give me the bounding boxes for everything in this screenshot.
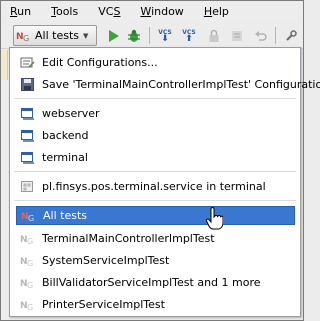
module-label: webserver xyxy=(42,107,100,120)
menu-divider xyxy=(14,171,296,172)
svg-text:G: G xyxy=(27,259,33,268)
junit-test-icon: N G xyxy=(20,279,33,290)
menu-tools[interactable]: Tools xyxy=(46,2,83,21)
svg-text:G: G xyxy=(27,281,33,290)
menu-divider xyxy=(14,98,296,99)
package-configuration-label: pl.finsys.pos.terminal.service in termin… xyxy=(42,180,266,193)
module-item-backend[interactable]: backend xyxy=(10,126,300,145)
module-icon xyxy=(21,108,34,120)
test-config-label: SystemServiceImplTest xyxy=(42,254,170,267)
test-config-item-all-tests[interactable]: N G All tests xyxy=(16,206,295,225)
toolbar-separator xyxy=(275,27,276,44)
save-configuration-item[interactable]: Save 'TerminalMainControllerImplTest' Co… xyxy=(10,75,320,94)
vcs-lock-button[interactable] xyxy=(204,26,224,46)
menu-bar: Run Tools VCS Window Help xyxy=(1,1,303,22)
test-config-item[interactable]: N G BillValidatorServiceImplTest and 1 m… xyxy=(10,273,300,292)
vcs-history-button[interactable] xyxy=(227,26,247,46)
settings-button[interactable] xyxy=(281,26,301,46)
package-config-icon xyxy=(21,181,33,192)
menu-vcs[interactable]: VCS xyxy=(93,2,125,21)
dropdown-arrow-icon: ▼ xyxy=(83,31,89,40)
module-label: terminal xyxy=(42,151,88,164)
svg-text:G: G xyxy=(28,214,34,223)
vcs-commit-button[interactable]: VCS ⬆ xyxy=(179,26,199,46)
module-label: backend xyxy=(42,129,89,142)
vcs-update-icon: VCS ⬇ xyxy=(158,29,172,44)
module-item-terminal[interactable]: terminal xyxy=(10,148,300,167)
junit-test-icon: N G xyxy=(20,235,33,246)
toolbar: N G All tests ▼ VCS ⬇ VCS ⬆ xyxy=(1,22,303,49)
vcs-update-button[interactable]: VCS ⬇ xyxy=(155,26,175,46)
lock-icon xyxy=(209,29,219,42)
save-configuration-label: Save 'TerminalMainControllerImplTest' Co… xyxy=(42,78,320,91)
edit-configurations-label: Edit Configurations... xyxy=(42,56,158,69)
run-configurations-dropdown: Edit Configurations... Save 'TerminalMai… xyxy=(9,47,320,317)
vcs-commit-icon: VCS ⬆ xyxy=(182,29,196,44)
test-config-item[interactable]: N G SystemServiceImplTest xyxy=(10,251,300,270)
test-config-item[interactable]: N G PrinterServiceImplTest xyxy=(10,295,300,314)
revert-icon xyxy=(255,31,267,41)
package-configuration-item[interactable]: pl.finsys.pos.terminal.service in termin… xyxy=(10,177,300,196)
edit-configurations-item[interactable]: Edit Configurations... xyxy=(10,53,300,72)
junit-test-icon: N G xyxy=(20,301,33,312)
wrench-icon xyxy=(286,30,297,41)
run-icon xyxy=(109,30,119,42)
test-config-label: All tests xyxy=(43,209,87,222)
test-config-label: BillValidatorServiceImplTest and 1 more xyxy=(42,276,261,289)
run-configuration-label: All tests xyxy=(35,29,79,42)
run-button[interactable] xyxy=(103,26,123,46)
hand-cursor-icon xyxy=(205,207,223,230)
menu-help[interactable]: Help xyxy=(199,2,234,21)
module-item-webserver[interactable]: webserver xyxy=(10,104,300,123)
junit-tests-icon: N G xyxy=(21,212,34,223)
svg-text:G: G xyxy=(23,34,29,43)
debug-button[interactable] xyxy=(124,26,144,46)
junit-test-icon: N G xyxy=(20,257,33,268)
test-config-label: PrinterServiceImplTest xyxy=(42,298,165,311)
test-config-item[interactable]: N G TerminalMainControllerImplTest xyxy=(10,229,300,248)
editor-gutter-strip xyxy=(1,50,8,80)
menu-window[interactable]: Window xyxy=(135,2,188,21)
toolbar-separator xyxy=(149,27,150,44)
menu-run[interactable]: Run xyxy=(5,2,36,21)
run-configuration-selector[interactable]: N G All tests ▼ xyxy=(13,25,97,46)
junit-tests-icon: N G xyxy=(16,32,29,43)
test-config-label: TerminalMainControllerImplTest xyxy=(42,232,215,245)
menu-divider xyxy=(14,200,296,201)
svg-text:G: G xyxy=(27,237,33,246)
debug-bug-icon xyxy=(128,29,140,42)
save-icon xyxy=(21,78,34,91)
edit-configurations-icon xyxy=(20,57,35,68)
vcs-revert-button[interactable] xyxy=(251,26,271,46)
module-icon xyxy=(21,152,34,164)
history-icon xyxy=(232,31,242,41)
svg-text:G: G xyxy=(27,303,33,312)
module-icon xyxy=(21,130,34,142)
